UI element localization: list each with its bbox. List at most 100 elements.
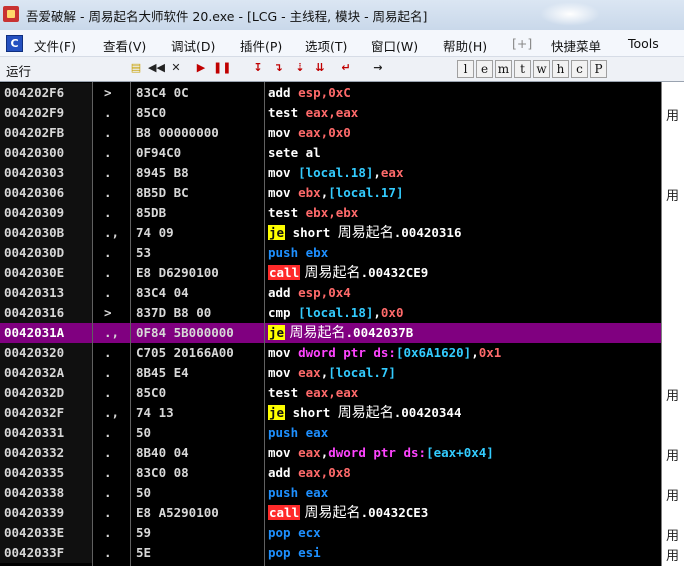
instruction-cell[interactable]: mov eax,[local.7] <box>268 363 660 383</box>
instruction-cell[interactable]: test ebx,ebx <box>268 203 660 223</box>
disasm-row[interactable]: 00420332. 8B40 04 mov eax,dword ptr ds:[ea… <box>0 443 684 463</box>
hex-bytes-cell[interactable]: 53 <box>136 243 262 263</box>
disasm-row[interactable]: 00420316 >837D B8 00 cmp [local.18],0x0 <box>0 303 684 323</box>
hex-bytes-cell[interactable]: 83C0 08 <box>136 463 262 483</box>
address-cell[interactable]: 004202F9 <box>0 103 92 123</box>
address-cell[interactable]: 0042031A <box>0 323 92 343</box>
disasm-row[interactable]: 0042032A. 8B45 E4 mov eax,[local.7] <box>0 363 684 383</box>
hex-bytes-cell[interactable]: E8 A5290100 <box>136 503 262 523</box>
instruction-cell[interactable]: test eax,eax <box>268 383 660 403</box>
address-cell[interactable]: 004202FB <box>0 123 92 143</box>
instruction-cell[interactable]: call 周易起名.00432CE9 <box>268 263 660 283</box>
disasm-row[interactable]: 0042030B., 74 09 je short 周易起名.00420316 <box>0 223 684 243</box>
address-cell[interactable]: 0042033F <box>0 543 92 563</box>
hex-bytes-cell[interactable]: C705 20166A00 <box>136 343 262 363</box>
address-cell[interactable]: 0042032D <box>0 383 92 403</box>
disasm-row[interactable]: 004202FB. B8 00000000 mov eax,0x0 <box>0 123 684 143</box>
instruction-cell[interactable]: add esp,0xC <box>268 83 660 103</box>
disasm-row[interactable]: 0042033F. 5E pop esi <box>0 543 684 563</box>
instruction-cell[interactable]: pop esi <box>268 543 660 563</box>
disasm-row[interactable]: 00420306. 8B5D BC mov ebx,[local.17] <box>0 183 684 203</box>
hex-bytes-cell[interactable]: 83C4 0C <box>136 83 262 103</box>
address-cell[interactable]: 0042030D <box>0 243 92 263</box>
hex-bytes-cell[interactable]: 8B45 E4 <box>136 363 262 383</box>
hex-bytes-cell[interactable]: 85C0 <box>136 103 262 123</box>
menu-debug[interactable]: 调试(D) <box>171 36 215 55</box>
hex-bytes-cell[interactable]: 85C0 <box>136 383 262 403</box>
hex-bytes-cell[interactable]: 59 <box>136 523 262 543</box>
menu-shortcuts[interactable]: 快捷菜单 <box>551 36 601 55</box>
disasm-row[interactable]: 00420320. C705 20166A00 mov dword ptr ds:[… <box>0 343 684 363</box>
trace-into-icon[interactable]: ⇣ <box>292 60 308 76</box>
pause-icon[interactable]: ❚❚ <box>213 60 231 76</box>
disasm-row[interactable]: 0042030E. E8 D6290100 call 周易起名.00432CE9 <box>0 263 684 283</box>
hex-bytes-cell[interactable]: 8B40 04 <box>136 443 262 463</box>
open-icon[interactable]: ▤ <box>128 60 144 76</box>
menu-options[interactable]: 选项(T) <box>305 36 347 55</box>
instruction-cell[interactable]: mov dword ptr ds:[0x6A1620],0x1 <box>268 343 660 363</box>
menu-help[interactable]: 帮助(H) <box>443 36 487 55</box>
address-cell[interactable]: 00420338 <box>0 483 92 503</box>
disasm-row[interactable]: 0042032F., 74 13 je short 周易起名.00420344 <box>0 403 684 423</box>
address-cell[interactable]: 0042032A <box>0 363 92 383</box>
hex-bytes-cell[interactable]: 83C4 04 <box>136 283 262 303</box>
trace-over-icon[interactable]: ⇊ <box>312 60 328 76</box>
disasm-row[interactable]: 0042033E. 59 pop ecx <box>0 523 684 543</box>
address-cell[interactable]: 00420316 <box>0 303 92 323</box>
instruction-cell[interactable]: add eax,0x8 <box>268 463 660 483</box>
disasm-row[interactable]: 004202F9. 85C0 test eax,eax <box>0 103 684 123</box>
instruction-cell[interactable]: je 周易起名.0042037B <box>268 323 660 343</box>
memory-window-button[interactable]: m <box>495 60 512 78</box>
hex-bytes-cell[interactable]: 74 09 <box>136 223 262 243</box>
goto-icon[interactable]: → <box>370 60 386 76</box>
step-over-icon[interactable]: ↴ <box>270 60 286 76</box>
hex-bytes-cell[interactable]: 50 <box>136 483 262 503</box>
instruction-cell[interactable]: sete al <box>268 143 660 163</box>
modules-window-button[interactable]: e <box>476 60 493 78</box>
menu-plus[interactable]: [+] <box>512 36 532 51</box>
restart-icon[interactable]: ◀◀ <box>148 60 165 76</box>
menu-window[interactable]: 窗口(W) <box>371 36 418 55</box>
cpu-window-button[interactable]: c <box>571 60 588 78</box>
hex-bytes-cell[interactable]: 8945 B8 <box>136 163 262 183</box>
hex-bytes-cell[interactable]: B8 00000000 <box>136 123 262 143</box>
address-cell[interactable]: 004202F6 <box>0 83 92 103</box>
hex-bytes-cell[interactable]: 0F94C0 <box>136 143 262 163</box>
address-cell[interactable]: 00420306 <box>0 183 92 203</box>
instruction-cell[interactable]: push eax <box>268 423 660 443</box>
disasm-row[interactable]: 00420303. 8945 B8 mov [local.18],eax <box>0 163 684 183</box>
menu-plugins[interactable]: 插件(P) <box>240 36 282 55</box>
hex-bytes-cell[interactable]: E8 D6290100 <box>136 263 262 283</box>
instruction-cell[interactable]: test eax,eax <box>268 103 660 123</box>
instruction-cell[interactable]: add esp,0x4 <box>268 283 660 303</box>
instruction-cell[interactable]: cmp [local.18],0x0 <box>268 303 660 323</box>
hex-bytes-cell[interactable]: 837D B8 00 <box>136 303 262 323</box>
instruction-cell[interactable]: push eax <box>268 483 660 503</box>
address-cell[interactable]: 00420335 <box>0 463 92 483</box>
instruction-cell[interactable]: mov [local.18],eax <box>268 163 660 183</box>
hex-bytes-cell[interactable]: 8B5D BC <box>136 183 262 203</box>
hex-bytes-cell[interactable]: 50 <box>136 423 262 443</box>
patches-window-button[interactable]: P <box>590 60 607 78</box>
address-cell[interactable]: 0042033E <box>0 523 92 543</box>
address-cell[interactable]: 00420331 <box>0 423 92 443</box>
hex-bytes-cell[interactable]: 74 13 <box>136 403 262 423</box>
handles-window-button[interactable]: h <box>552 60 569 78</box>
log-window-button[interactable]: l <box>457 60 474 78</box>
instruction-cell[interactable]: call 周易起名.00432CE3 <box>268 503 660 523</box>
close-icon[interactable]: ✕ <box>168 60 184 76</box>
address-cell[interactable]: 00420339 <box>0 503 92 523</box>
disasm-row[interactable]: 00420339. E8 A5290100 call 周易起名.00432CE3 <box>0 503 684 523</box>
step-into-icon[interactable]: ↧ <box>250 60 266 76</box>
run-icon[interactable]: ▶ <box>193 60 209 76</box>
address-cell[interactable]: 00420320 <box>0 343 92 363</box>
address-cell[interactable]: 00420300 <box>0 143 92 163</box>
address-cell[interactable]: 00420309 <box>0 203 92 223</box>
instruction-cell[interactable]: mov ebx,[local.17] <box>268 183 660 203</box>
windows-window-button[interactable]: w <box>533 60 550 78</box>
disasm-row[interactable]: 00420331. 50 push eax <box>0 423 684 443</box>
instruction-cell[interactable]: je short 周易起名.00420344 <box>268 403 660 423</box>
menu-tools[interactable]: Tools <box>628 36 659 51</box>
disasm-row[interactable]: 0042032D. 85C0 test eax,eax <box>0 383 684 403</box>
menu-file[interactable]: 文件(F) <box>34 36 76 55</box>
